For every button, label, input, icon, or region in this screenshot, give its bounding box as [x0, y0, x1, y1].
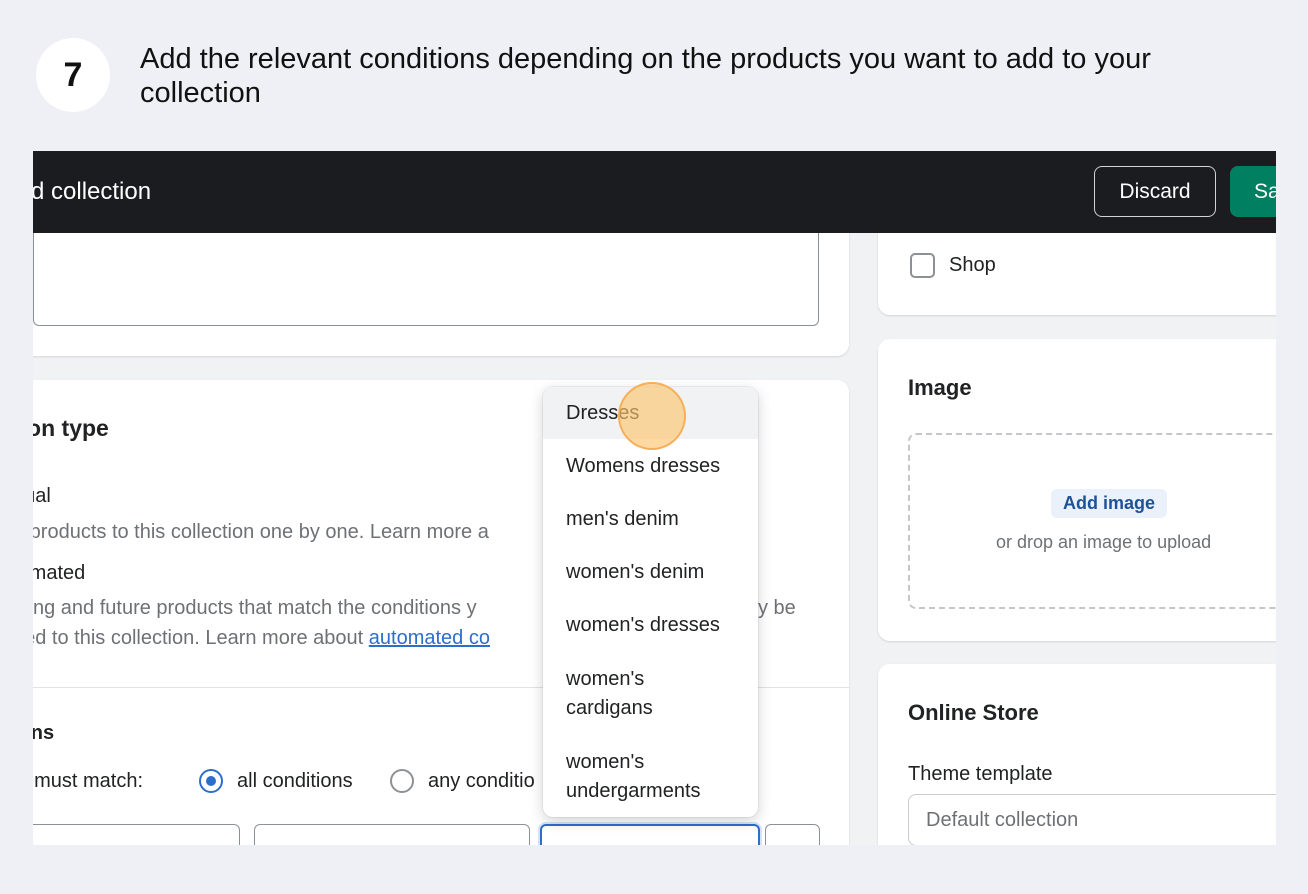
image-card: Image Add image or drop an image to uplo…	[878, 339, 1276, 641]
online-store-title: Online Store	[908, 700, 1039, 725]
image-dropzone[interactable]: Add image or drop an image to upload	[908, 433, 1276, 609]
manual-option-label[interactable]: nual	[33, 485, 51, 508]
suggestion-option[interactable]: women's dresses	[543, 611, 758, 640]
suggestion-option-label-line1: women's	[566, 668, 645, 690]
suggestion-option-label: men's denim	[566, 508, 679, 530]
condition-operator-select[interactable]	[254, 824, 530, 845]
all-conditions-radio[interactable]	[199, 769, 223, 793]
automated-option-label[interactable]: tomated	[33, 562, 85, 585]
suggestion-option-label-line2: undergarments	[566, 780, 701, 802]
collection-type-title: tion type	[33, 415, 109, 441]
manual-desc-text: d products to this collection one by one…	[33, 521, 489, 543]
step-number-badge: 7	[36, 38, 110, 112]
must-match-label: ts must match:	[33, 770, 144, 792]
condition-value-suggestions: Dresses Womens dresses men's denim women…	[543, 387, 758, 817]
add-image-button[interactable]: Add image	[1051, 489, 1168, 518]
suggestion-option-label: women's dresses	[566, 614, 720, 636]
shop-label[interactable]: Shop	[949, 254, 996, 277]
conditions-title: ions	[33, 722, 55, 744]
condition-value-input[interactable]	[540, 824, 760, 845]
shop-checkbox[interactable]	[910, 253, 935, 278]
page-title: d collection	[33, 178, 152, 205]
automated-desc-text: ded to this collection. Learn more about	[33, 627, 369, 649]
suggestion-option[interactable]: Dresses	[543, 387, 758, 439]
step-instruction: Add the relevant conditions depending on…	[140, 43, 1151, 109]
image-card-title: Image	[908, 375, 972, 400]
save-button[interactable]: Sa	[1230, 166, 1276, 217]
online-store-card: Online Store Theme template Default coll…	[878, 664, 1276, 845]
automated-option-description-line2: ded to this collection. Learn more about…	[33, 627, 490, 650]
theme-template-select[interactable]: Default collection	[908, 794, 1276, 845]
any-conditions-radio[interactable]	[390, 769, 414, 793]
condition-field-select[interactable]	[33, 824, 240, 845]
manual-option-description: d products to this collection one by one…	[33, 521, 489, 544]
suggestion-option-label-line1: women's	[566, 751, 645, 773]
any-conditions-label[interactable]: any conditio	[428, 770, 535, 793]
suggestion-option-label: women's denim	[566, 561, 705, 583]
suggestion-option-label-line2: cardigans	[566, 697, 653, 719]
automated-option-description-line1: sting and future products that match the…	[33, 597, 477, 619]
delete-condition-button[interactable]	[765, 824, 820, 845]
theme-template-label: Theme template	[908, 763, 1053, 785]
suggestion-option-label: Dresses	[566, 402, 640, 424]
suggestion-option-label: Womens dresses	[566, 455, 721, 477]
all-conditions-label[interactable]: all conditions	[237, 770, 353, 793]
drop-image-hint: or drop an image to upload	[996, 532, 1212, 552]
suggestion-option[interactable]: women's cardigans	[543, 665, 758, 723]
automated-collections-link[interactable]: automated co	[369, 627, 490, 649]
suggestion-option[interactable]: women's undergarments	[543, 748, 758, 806]
suggestion-option[interactable]: men's denim	[543, 505, 758, 534]
automated-option-description-tail: y be	[758, 597, 796, 619]
screenshot-frame: tion type nual d products to this collec…	[33, 151, 1276, 845]
suggestion-option[interactable]: Womens dresses	[543, 452, 758, 481]
suggestion-option[interactable]: women's denim	[543, 558, 758, 587]
description-editor[interactable]	[33, 231, 819, 326]
discard-button[interactable]: Discard	[1094, 166, 1216, 217]
contextual-save-bar: d collection Discard Sa	[33, 151, 1276, 233]
